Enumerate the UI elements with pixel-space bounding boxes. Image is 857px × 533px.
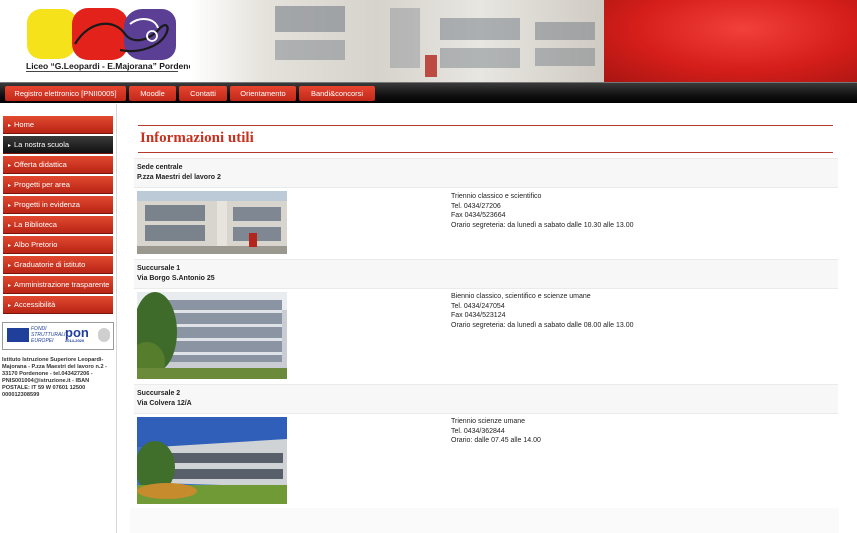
site-info-line: Tel. 0434/247054 (451, 302, 505, 310)
site-info-line: Orario segreteria: da lunedì a sabato da… (451, 222, 634, 230)
site-photo-succursale-1 (137, 292, 287, 379)
pon-banner-text: FONDI STRUTTURALI EUROPEI (31, 326, 66, 344)
site-header-banner: Liceo “G.Leopardi - E.Majorana” Pordenon… (0, 0, 857, 82)
sidebar-item-label: La Biblioteca (14, 220, 57, 229)
nav-orientamento[interactable]: Orientamento (230, 86, 296, 101)
school-logo[interactable]: Liceo “G.Leopardi - E.Majorana” Pordenon… (0, 0, 204, 82)
site-photo-succursale-2 (137, 417, 287, 504)
site-info: Biennio classico, scientifico e scienze … (451, 292, 634, 331)
arrow-right-icon: ▸ (8, 283, 12, 289)
sidebar-item-label: Albo Pretorio (14, 240, 58, 249)
page-title: Informazioni utili (140, 130, 254, 146)
arrow-right-icon: ▸ (8, 303, 12, 309)
site-info-line: Fax 0434/523124 (451, 312, 506, 320)
site-info: Triennio scienze umane Tel. 0434/362844 … (451, 417, 541, 446)
sidebar-item-la-biblioteca[interactable]: ▸ La Biblioteca (3, 216, 113, 234)
sidebar-item-label: Graduatorie di istituto (14, 260, 86, 269)
school-building-photo (190, 0, 604, 82)
site-address: Via Borgo S.Antonio 25 (137, 275, 215, 282)
nav-moodle[interactable]: Moodle (129, 86, 176, 101)
arrow-right-icon: ▸ (8, 163, 12, 169)
site-address: P.zza Maestri del lavoro 2 (137, 174, 221, 181)
site-info-line: Orario segreteria: da lunedì a sabato da… (451, 322, 634, 330)
site-info-line: Fax 0434/523664 (451, 212, 506, 220)
site-info-line: Tel. 0434/362844 (451, 427, 505, 435)
site-heading: Succursale 1 Via Borgo S.Antonio 25 (134, 259, 838, 289)
logo-underline (26, 71, 178, 72)
sidebar-item-progetti-in-evidenza[interactable]: ▸ Progetti in evidenza (3, 196, 113, 214)
pon-banner[interactable]: FONDI STRUTTURALI EUROPEI pon 2014-2020 (2, 322, 114, 350)
site-name: Sede centrale (137, 164, 183, 171)
logo-lion-drawing (74, 18, 169, 53)
arrow-right-icon: ▸ (8, 143, 12, 149)
pon-logo: pon 2014-2020 (65, 325, 89, 343)
nav-bandi-concorsi[interactable]: Bandi&concorsi (299, 86, 375, 101)
title-divider (138, 125, 833, 126)
content-footer (130, 508, 839, 533)
site-info-line: Orario: dalle 07.45 alle 14.00 (451, 437, 541, 445)
site-info-line: Biennio classico, scientifico e scienze … (451, 293, 591, 300)
site-info: Triennio classico e scientifico Tel. 043… (451, 192, 634, 231)
arrow-right-icon: ▸ (8, 123, 12, 129)
site-heading: Sede centrale P.zza Maestri del lavoro 2 (134, 158, 838, 188)
logo-caption: Liceo “G.Leopardi - E.Majorana” Pordenon… (26, 61, 204, 71)
site-name: Succursale 1 (137, 265, 181, 272)
sidebar-item-label: Home (14, 120, 35, 129)
site-info-line: Triennio scienze umane (451, 418, 526, 425)
sidebar-item-progetti-per-area[interactable]: ▸ Progetti per area (3, 176, 113, 194)
top-navigation: Registro elettronico [PNII0005] Moodle C… (0, 82, 857, 103)
sidebar-item-la-nostra-scuola[interactable]: ▸ La nostra scuola (3, 136, 113, 154)
school-address: Istituto Istruzione Superiore Leopardi-M… (2, 357, 107, 398)
sidebar-item-home[interactable]: ▸ Home (3, 116, 113, 134)
site-info-line: Tel. 0434/27206 (451, 202, 501, 210)
arrow-right-icon: ▸ (8, 203, 12, 209)
sidebar-item-label: Offerta didattica (14, 160, 67, 169)
sidebar-item-label: Accessibilità (14, 300, 56, 309)
arrow-right-icon: ▸ (8, 223, 12, 229)
site-heading: Succursale 2 Via Colvera 12/A (134, 384, 838, 414)
title-divider (138, 152, 833, 153)
sidebar-item-label: La nostra scuola (14, 140, 70, 149)
nav-contatti[interactable]: Contatti (179, 86, 227, 101)
arrow-right-icon: ▸ (8, 263, 12, 269)
republic-seal-icon (98, 328, 110, 342)
arrow-right-icon: ▸ (8, 183, 12, 189)
nav-registro-elettronico[interactable]: Registro elettronico [PNII0005] (5, 86, 126, 101)
sidebar-item-amministrazione-trasparente[interactable]: ▸ Amministrazione trasparente (3, 276, 113, 294)
eu-flag-icon (7, 328, 29, 342)
header-red-banner (604, 0, 857, 82)
sidebar-item-graduatorie[interactable]: ▸ Graduatorie di istituto (3, 256, 113, 274)
sidebar-item-label: Amministrazione trasparente (14, 280, 110, 289)
site-photo-sede-centrale (137, 191, 287, 254)
arrow-right-icon: ▸ (8, 243, 12, 249)
site-name: Succursale 2 (137, 390, 181, 397)
sidebar-item-accessibilita[interactable]: ▸ Accessibilità (3, 296, 113, 314)
main-content: Informazioni utili Sede centrale P.zza M… (130, 116, 839, 533)
sidebar-item-offerta-didattica[interactable]: ▸ Offerta didattica (3, 156, 113, 174)
sidebar-item-label: Progetti per area (14, 180, 70, 189)
site-info-line: Triennio classico e scientifico (451, 193, 542, 200)
sidebar-item-label: Progetti in evidenza (14, 200, 80, 209)
site-address: Via Colvera 12/A (137, 400, 192, 407)
sidebar-item-albo-pretorio[interactable]: ▸ Albo Pretorio (3, 236, 113, 254)
sidebar: ▸ Home ▸ La nostra scuola ▸ Offerta didatti… (0, 104, 117, 533)
